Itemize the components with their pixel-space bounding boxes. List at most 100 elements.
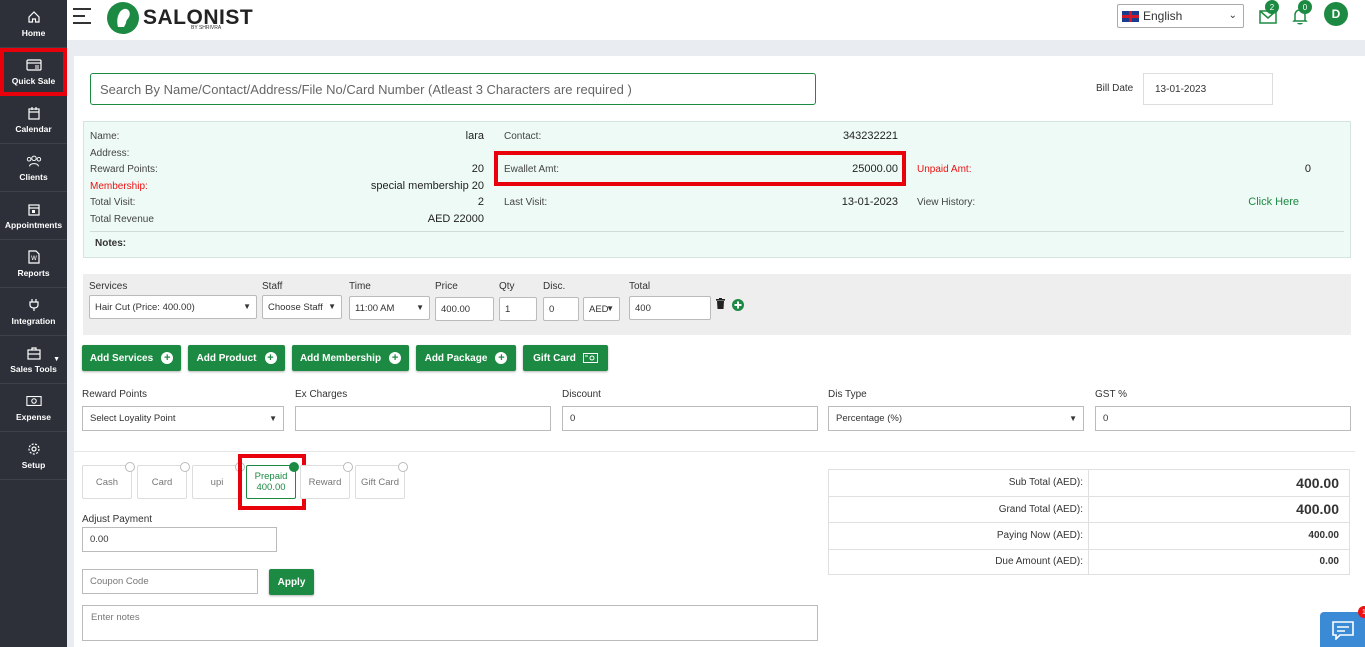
time-header: Time bbox=[349, 281, 371, 292]
price-input[interactable]: 400.00 bbox=[435, 297, 494, 321]
payment-cash[interactable]: Cash bbox=[82, 462, 135, 499]
sidebar-item-label: Calendar bbox=[15, 124, 52, 134]
sidebar-item-home[interactable]: Home bbox=[0, 0, 67, 48]
plus-icon: + bbox=[161, 352, 174, 364]
radio-icon bbox=[125, 462, 135, 472]
client-name: lara bbox=[465, 130, 484, 142]
payment-gift-card[interactable]: Gift Card bbox=[355, 462, 408, 499]
loyalty-point-value: Select Loyality Point bbox=[90, 413, 176, 424]
language-value: English bbox=[1143, 9, 1183, 23]
sidebar-item-label: Setup bbox=[21, 460, 46, 470]
discount-input[interactable]: 0 bbox=[562, 406, 818, 431]
mail-button[interactable]: 2 bbox=[1259, 0, 1279, 24]
add-row-icon[interactable] bbox=[732, 299, 744, 314]
reward-points-label: Reward Points: bbox=[90, 164, 158, 175]
last-visit-value: 13-01-2023 bbox=[841, 196, 898, 208]
disc-input[interactable]: 0 bbox=[543, 297, 579, 321]
notes-textarea[interactable]: Enter notes bbox=[82, 605, 818, 641]
bill-date-input[interactable]: 13-01-2023 bbox=[1143, 73, 1273, 105]
reports-icon: W bbox=[26, 249, 42, 265]
chat-widget-button[interactable]: 1 bbox=[1320, 606, 1365, 647]
address-label: Address: bbox=[90, 148, 130, 159]
chevron-down-icon: ▼ bbox=[243, 302, 251, 311]
sidebar-item-expense[interactable]: Expense bbox=[0, 384, 67, 432]
total-revenue-value: AED 22000 bbox=[427, 213, 484, 225]
payment-prepaid[interactable]: Prepaid 400.00 bbox=[246, 462, 299, 499]
notes-label: Notes: bbox=[95, 238, 127, 249]
sidebar-item-integration[interactable]: Integration bbox=[0, 288, 67, 336]
sidebar-item-quick-sale[interactable]: Quick Sale bbox=[0, 48, 67, 96]
notification-count-badge: 0 bbox=[1298, 0, 1312, 14]
notification-button[interactable]: 0 bbox=[1292, 0, 1312, 25]
add-services-button[interactable]: Add Services + bbox=[82, 345, 181, 371]
add-package-button[interactable]: Add Package + bbox=[416, 345, 516, 371]
client-search-input[interactable]: Search By Name/Contact/Address/File No/C… bbox=[90, 73, 816, 105]
sidebar-item-label: Sales Tools bbox=[10, 364, 57, 374]
sidebar-item-appointments[interactable]: Appointments bbox=[0, 192, 67, 240]
reward-points-field-label: Reward Points bbox=[82, 389, 148, 400]
payment-card[interactable]: Card bbox=[137, 462, 190, 499]
paying-now-value: 400.00 bbox=[1308, 530, 1339, 542]
payment-label: upi bbox=[210, 476, 224, 488]
view-history-link[interactable]: Click Here bbox=[1099, 196, 1299, 208]
apply-coupon-button[interactable]: Apply bbox=[269, 569, 314, 595]
total-visit-value: 2 bbox=[477, 196, 484, 208]
payment-upi[interactable]: upi bbox=[192, 462, 245, 499]
logo[interactable]: SALONIST bbox=[107, 2, 253, 34]
plus-icon: + bbox=[389, 352, 402, 364]
coupon-code-input[interactable]: Coupon Code bbox=[82, 569, 258, 594]
loyalty-point-select[interactable]: Select Loyality Point ▼ bbox=[82, 406, 284, 431]
add-membership-button[interactable]: Add Membership + bbox=[292, 345, 409, 371]
bill-summary: Sub Total (AED): 400.00 Grand Total (AED… bbox=[828, 469, 1350, 575]
sidebar-item-clients[interactable]: Clients bbox=[0, 144, 67, 192]
bill-date-label: Bill Date bbox=[1096, 83, 1134, 94]
mail-count-badge: 2 bbox=[1265, 0, 1279, 14]
sidebar-item-label: Expense bbox=[16, 412, 51, 422]
home-icon bbox=[26, 9, 42, 25]
time-select[interactable]: 11:00 AM ▼ bbox=[349, 296, 430, 320]
language-select[interactable]: English ⌄ bbox=[1117, 4, 1244, 28]
sidebar-item-label: Appointments bbox=[4, 220, 63, 230]
sub-total-row: Sub Total (AED): 400.00 bbox=[828, 469, 1350, 496]
top-bar: SALONIST BY SHRIVRA English ⌄ 2 0 D bbox=[67, 0, 1365, 40]
add-product-button[interactable]: Add Product + bbox=[188, 345, 285, 371]
gst-label: GST % bbox=[1095, 389, 1128, 400]
grand-total-row: Grand Total (AED): 400.00 bbox=[828, 495, 1350, 522]
payment-label: Prepaid bbox=[254, 471, 288, 482]
disc-type-select[interactable]: AED ▼ bbox=[583, 297, 620, 321]
prepaid-text: Prepaid 400.00 bbox=[255, 471, 288, 493]
trash-icon[interactable] bbox=[716, 298, 725, 312]
sidebar-item-calendar[interactable]: Calendar bbox=[0, 96, 67, 144]
payment-reward[interactable]: Reward bbox=[300, 462, 353, 499]
sidebar-item-sales-tools[interactable]: Sales Tools ▼ bbox=[0, 336, 67, 384]
service-select[interactable]: Hair Cut (Price: 400.00) ▼ bbox=[89, 295, 257, 319]
staff-select[interactable]: Choose Staff ▼ bbox=[262, 295, 342, 319]
gift-card-button[interactable]: Gift Card bbox=[523, 345, 608, 371]
sidebar-item-setup[interactable]: Setup bbox=[0, 432, 67, 480]
clients-icon bbox=[26, 153, 42, 169]
ewallet-label: Ewallet Amt: bbox=[504, 164, 560, 175]
sidebar-item-label: Reports bbox=[17, 268, 50, 278]
sidebar-item-reports[interactable]: W Reports bbox=[0, 240, 67, 288]
due-amount-row: Due Amount (AED): 0.00 bbox=[828, 548, 1350, 575]
name-label: Name: bbox=[90, 131, 120, 142]
unpaid-amt-label: Unpaid Amt: bbox=[917, 164, 972, 175]
sidebar: Home Quick Sale Calendar Clients Appoint… bbox=[0, 0, 67, 647]
ex-charges-input[interactable] bbox=[295, 406, 551, 431]
membership-value: special membership 20 bbox=[370, 180, 484, 192]
qty-input[interactable]: 1 bbox=[499, 297, 537, 321]
user-avatar[interactable]: D bbox=[1324, 2, 1348, 26]
dis-type-select[interactable]: Percentage (%) ▼ bbox=[828, 406, 1084, 431]
adjust-payment-input[interactable]: 0.00 bbox=[82, 527, 277, 552]
time-value: 11:00 AM bbox=[355, 302, 395, 314]
gst-input[interactable]: 0 bbox=[1095, 406, 1351, 431]
hamburger-menu-icon[interactable] bbox=[73, 8, 91, 24]
view-history-label: View History: bbox=[917, 197, 976, 208]
payment-label: Reward bbox=[308, 476, 342, 488]
staff-value: Choose Staff bbox=[268, 301, 323, 313]
service-value: Hair Cut (Price: 400.00) bbox=[95, 301, 195, 313]
paying-now-label: Paying Now (AED): bbox=[829, 523, 1089, 549]
gear-icon bbox=[26, 441, 42, 457]
total-input[interactable]: 400 bbox=[629, 296, 711, 320]
divider bbox=[74, 451, 1355, 452]
